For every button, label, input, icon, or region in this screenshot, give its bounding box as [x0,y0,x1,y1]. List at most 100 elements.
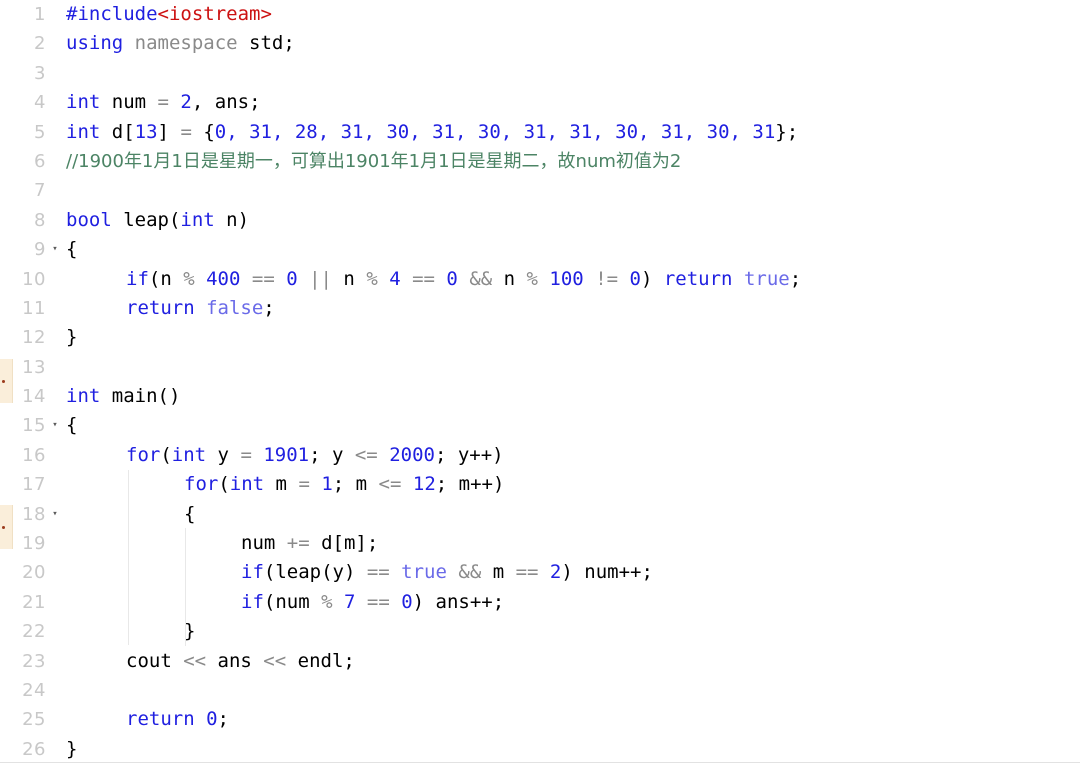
code-line[interactable]: 7 [0,176,1080,205]
code-line[interactable]: 23 cout << ans << endl; [0,647,1080,676]
line-number: 14 [22,386,46,408]
code-line[interactable]: 21 if(num % 7 == 0) ans++; [0,588,1080,617]
line-content[interactable]: int main() [66,382,180,411]
token-operator: <= [354,443,378,466]
code-line[interactable]: 8 bool leap(int n) [0,206,1080,235]
token-operator: % [526,267,538,290]
token-keyword: if [241,590,264,613]
line-content[interactable]: } [66,323,77,352]
line-content[interactable]: int d[13] = {0, 31, 28, 31, 30, 31, 30, … [66,118,798,147]
line-content[interactable]: return 0; [126,705,229,734]
code-line[interactable]: 22 } [0,617,1080,646]
token-punct: ( [218,473,230,496]
token-identifier: cout [126,649,184,672]
token-keyword: if [126,267,149,290]
token-namespace: namespace [123,32,250,55]
token-keyword: return [126,296,195,319]
code-line[interactable]: 18 ▾ { [0,500,1080,529]
token-function-name: main() [100,385,181,408]
line-number: 16 [22,444,46,466]
line-content[interactable]: cout << ans << endl; [126,647,355,676]
token-number: 0 [194,708,218,731]
token-identifier: y [206,443,241,466]
token-operator: << [183,649,207,672]
line-content[interactable]: { [66,411,77,440]
line-number: 4 [34,92,46,114]
line-content[interactable]: { [66,235,77,264]
token-operator: || [297,267,344,290]
token-operator: == [412,267,435,290]
code-editor[interactable]: 1 #include<iostream> 2 using namespace s… [0,0,1080,763]
code-line[interactable]: 11 return false; [0,294,1080,323]
token-keyword: bool [66,208,112,231]
fold-triangle-icon[interactable]: ▾ [49,235,61,264]
code-line[interactable]: 19 num += d[m]; [0,529,1080,558]
code-line[interactable]: 9 ▾ { [0,235,1080,264]
code-line[interactable]: 12 } [0,323,1080,352]
line-number: 3 [34,62,46,84]
line-number: 18 [22,503,46,525]
token-expr: n [503,267,527,290]
code-line[interactable]: 10 if(n % 400 == 0 || n % 4 == 0 && n % … [0,265,1080,294]
token-number: 12 [401,473,436,496]
token-expr: (n [148,267,184,290]
line-content[interactable]: using namespace std; [66,29,295,58]
token-operator: == [366,561,390,584]
code-line[interactable]: 13 [0,353,1080,382]
token-punct: ) [640,267,664,290]
line-content[interactable]: for(int y = 1901; y <= 2000; y++) [126,441,504,470]
token-operator: = [157,91,169,114]
line-content[interactable]: if(num % 7 == 0) ans++; [241,588,504,617]
token-operator: % [366,267,378,290]
line-content[interactable]: for(int m = 1; m <= 12; m++) [184,470,504,499]
code-line[interactable]: 24 [0,676,1080,705]
line-number: 17 [22,474,46,496]
token-keyword: int [180,208,215,231]
line-content[interactable]: return false; [126,294,275,323]
fold-triangle-icon[interactable]: ▾ [49,500,61,529]
token-param: n) [214,208,250,231]
token-number: 0 [274,267,298,290]
code-line[interactable]: 16 for(int y = 1901; y <= 2000; y++) [0,441,1080,470]
line-content[interactable]: } [184,617,195,646]
token-expr: n [343,267,367,290]
token-operator: = [180,120,192,143]
code-lines-container[interactable]: 1 #include<iostream> 2 using namespace s… [0,0,1080,762]
code-line[interactable]: 20 if(leap(y) == true && m == 2) num++; [0,558,1080,587]
code-line[interactable]: 17 for(int m = 1; m <= 12; m++) [0,470,1080,499]
line-number: 2 [34,33,46,55]
code-line[interactable]: 4 int num = 2, ans; [0,88,1080,117]
code-line[interactable]: 25 return 0; [0,705,1080,734]
line-number: 21 [22,591,46,613]
token-identifier: , ans; [191,91,261,114]
line-content[interactable]: if(n % 400 == 0 || n % 4 == 0 && n % 100… [126,265,801,294]
token-keyword: for [184,473,219,496]
token-brace: { [66,238,78,261]
code-line[interactable]: 14 int main() [0,382,1080,411]
token-keyword: int [229,473,265,496]
fold-triangle-icon[interactable]: ▾ [49,411,61,440]
code-line[interactable]: 26 } [0,735,1080,762]
code-line[interactable]: 5 int d[13] = {0, 31, 28, 31, 30, 31, 30… [0,118,1080,147]
line-content[interactable]: if(leap(y) == true && m == 2) num++; [241,558,653,587]
code-line[interactable]: 2 using namespace std; [0,29,1080,58]
code-line[interactable]: 1 #include<iostream> [0,0,1080,29]
code-line[interactable]: 6 //1900年1月1日是星期一，可算出1901年1月1日是星期二，故num初… [0,147,1080,176]
token-number: 0 [389,590,413,613]
line-content[interactable]: bool leap(int n) [66,206,249,235]
line-content[interactable]: } [66,735,78,762]
code-line[interactable]: 3 [0,59,1080,88]
token-keyword: int [66,120,101,143]
token-keyword: using [66,32,124,55]
line-content[interactable]: int num = 2, ans; [66,88,261,117]
token-punct: { [191,120,215,143]
token-identifier: ans [206,649,264,672]
token-identifier: num [241,532,287,555]
code-line[interactable]: 15 ▾ { [0,411,1080,440]
line-content[interactable]: { [184,500,195,529]
line-content[interactable]: num += d[m]; [241,529,378,558]
token-identifier: m [492,561,516,584]
line-content[interactable]: #include<iostream> [66,0,272,29]
line-number: 1 [34,4,46,25]
token-brace: } [66,737,78,760]
